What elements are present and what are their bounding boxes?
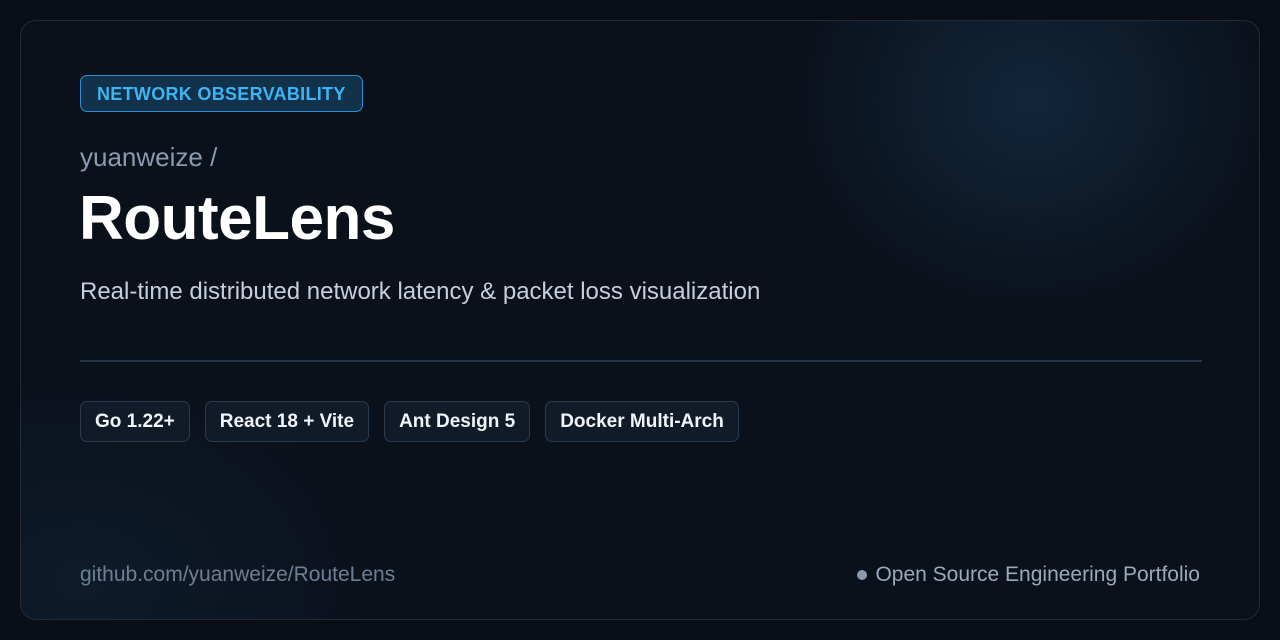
- social-preview-card: NETWORK OBSERVABILITY yuanweize / RouteL…: [20, 20, 1260, 620]
- tech-tags: Go 1.22+ React 18 + Vite Ant Design 5 Do…: [80, 401, 739, 442]
- repo-owner: yuanweize /: [80, 142, 218, 172]
- tag-react-vite: React 18 + Vite: [204, 401, 370, 442]
- bullet-dot-icon: [857, 570, 868, 580]
- portfolio-text: Open Source Engineering Portfolio: [875, 563, 1200, 586]
- portfolio-label: Open Source Engineering Portfolio: [857, 561, 1200, 589]
- repo-url: github.com/yuanweize/RouteLens: [80, 563, 396, 586]
- tag-ant-design: Ant Design 5: [384, 401, 531, 442]
- divider: [80, 360, 1202, 362]
- tag-go: Go 1.22+: [80, 401, 190, 442]
- category-badge: NETWORK OBSERVABILITY: [80, 75, 363, 112]
- tag-docker: Docker Multi-Arch: [545, 401, 739, 442]
- repo-description: Real-time distributed network latency & …: [80, 278, 761, 305]
- repo-title: RouteLens: [79, 184, 395, 253]
